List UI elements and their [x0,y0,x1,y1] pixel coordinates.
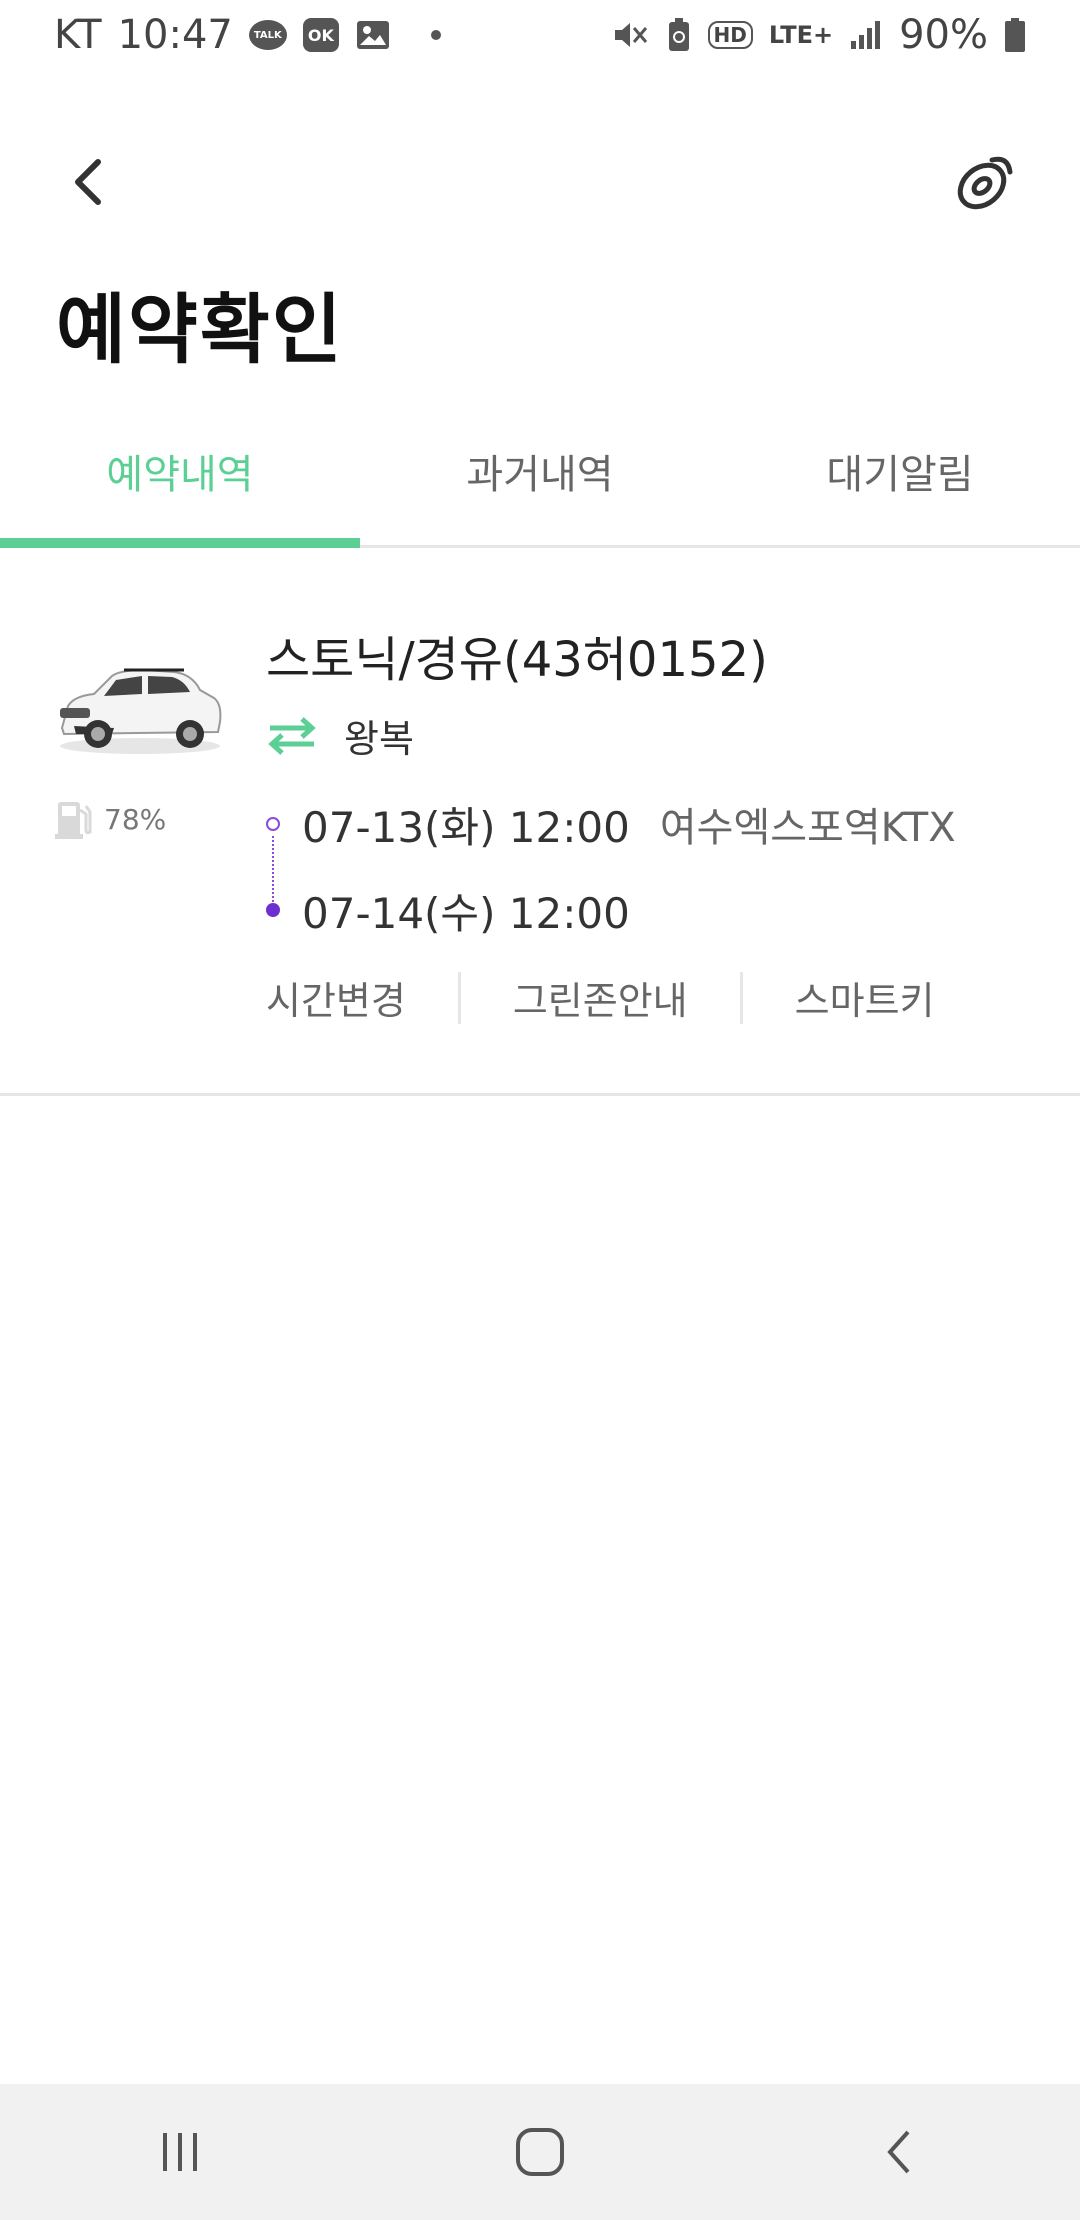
start-datetime: 07-13(화) 12:00 [302,802,630,852]
home-icon [516,2128,564,2176]
ok-cashbag-icon: OK [302,18,339,52]
sticker-button[interactable] [952,148,1018,214]
car-image [54,650,226,760]
battery-icon [1004,17,1026,53]
trip-type: 왕복 [266,708,414,763]
chevron-left-icon [75,159,101,205]
page-title: 예약확인 [56,285,344,374]
trip-type-label: 왕복 [344,717,414,761]
battery-saver-icon [666,17,692,53]
screen: KT 10:47 TALK OK HD LTE+ 90% 예약확인 예약내역 과… [0,0,1080,2220]
system-nav-bar [0,2084,1080,2220]
battery-percent: 90% [899,12,988,58]
tab-past-history[interactable]: 과거내역 [360,420,720,545]
fuel-pump-icon [55,802,92,839]
timeline-connector [272,836,274,902]
back-button[interactable] [66,152,116,212]
sticker-icon [957,156,1013,210]
timeline-start: 07-13(화) 12:00 여수엑스포역KTX [266,792,956,856]
home-button[interactable] [500,2112,580,2192]
talk-icon: TALK [248,20,287,50]
tab-waiting-alerts[interactable]: 대기알림 [720,420,1080,545]
greenzone-info-button[interactable]: 그린존안내 [461,970,740,1025]
signal-icon [849,19,883,51]
tab-reservations[interactable]: 예약내역 [0,420,360,548]
mute-icon [612,18,650,52]
reservation-card[interactable]: 78% 스토닉/경유(43허0152) 왕복 07-13(화) 12:00 여수… [0,550,1080,1096]
pickup-location: 여수엑스포역KTX [659,805,956,851]
carrier-label: KT [54,12,102,58]
smart-key-button[interactable]: 스마트키 [743,970,987,1025]
end-datetime: 07-14(수) 12:00 [302,888,630,938]
dot-icon [430,30,441,40]
hd-voice-icon: HD [707,21,753,49]
fuel-level: 78% [104,802,167,836]
app-header [0,140,1080,220]
gallery-icon [355,19,391,51]
car-name: 스토닉/경유(43허0152) [266,632,768,688]
end-dot-icon [266,903,280,917]
change-time-button[interactable]: 시간변경 [266,970,458,1025]
reservation-timeline: 07-13(화) 12:00 여수엑스포역KTX 07-14(수) 12:00 [266,792,956,964]
recent-apps-icon [163,2133,197,2171]
lte-plus-icon: LTE+ [768,21,834,49]
status-left: KT 10:47 TALK OK [54,12,441,58]
card-actions: 시간변경 그린존안내 스마트키 [266,970,987,1025]
start-dot-icon [266,817,280,831]
status-bar: KT 10:47 TALK OK HD LTE+ 90% [0,0,1080,70]
round-trip-icon [268,716,316,755]
clock: 10:47 [117,12,233,58]
fuel-status: 78% [54,798,166,840]
status-right: HD LTE+ 90% [612,12,1026,58]
tab-bar: 예약내역 과거내역 대기알림 [0,420,1080,548]
nav-back-button[interactable] [860,2112,940,2192]
recent-apps-button[interactable] [140,2112,220,2192]
back-icon [887,2130,910,2174]
timeline-end: 07-14(수) 12:00 [266,878,956,942]
